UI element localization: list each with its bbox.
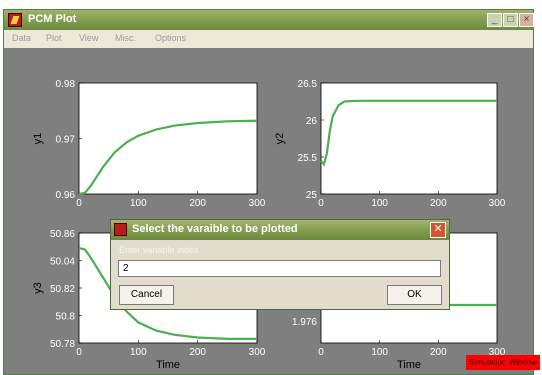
plot1-xtick-label: 200 bbox=[189, 198, 206, 209]
plot1-ytick-label: 0.97 bbox=[56, 135, 76, 146]
plot1-xtick-label: 300 bbox=[249, 198, 266, 209]
select-variable-dialog: Select the varaible to be plotted ✕ Ente… bbox=[110, 219, 450, 310]
plot3-ytick-label: 50.82 bbox=[50, 284, 75, 295]
close-icon[interactable]: × bbox=[519, 13, 534, 27]
dialog-title: Select the varaible to be plotted bbox=[132, 223, 298, 235]
plot1-axes bbox=[78, 82, 258, 195]
plot2-xtick-label: 0 bbox=[318, 198, 324, 209]
menu-plot[interactable]: Plot bbox=[46, 33, 62, 43]
simulation-window-label: Simulation Window bbox=[466, 355, 540, 370]
plot4-ytick-label: 1.976 bbox=[292, 317, 317, 328]
plot3-xtick-label: 0 bbox=[76, 347, 82, 358]
plot3-xtick-label: 300 bbox=[249, 347, 266, 358]
window-title: PCM Plot bbox=[28, 13, 77, 25]
matlab-logo-icon bbox=[114, 223, 127, 236]
plot4-xtick-label: 100 bbox=[371, 347, 388, 358]
plot2-xtick-label: 300 bbox=[489, 198, 506, 209]
pcm-plot-window: PCM Plot _ □ × Data Plot View Misc. Opti… bbox=[3, 9, 534, 375]
menu-misc[interactable]: Misc. bbox=[115, 33, 136, 43]
variable-index-input[interactable] bbox=[118, 260, 441, 277]
plot2-ytick-label: 26 bbox=[306, 116, 318, 127]
cancel-button[interactable]: Cancel bbox=[119, 285, 174, 305]
plot3-xtick-label: 200 bbox=[189, 347, 206, 358]
ok-button[interactable]: OK bbox=[387, 285, 442, 305]
plot1-ytick-label: 0.96 bbox=[56, 190, 76, 201]
plot1-ylabel: y1 bbox=[32, 133, 44, 145]
plot4-xtick-label: 0 bbox=[318, 347, 324, 358]
menu-view[interactable]: View bbox=[79, 33, 98, 43]
minimize-icon[interactable]: _ bbox=[487, 13, 502, 27]
plot2-xtick-label: 200 bbox=[430, 198, 447, 209]
dialog-titlebar[interactable]: Select the varaible to be plotted ✕ bbox=[111, 220, 449, 240]
matlab-logo-icon bbox=[8, 13, 22, 27]
plot3-ytick-label: 50.78 bbox=[50, 339, 75, 350]
plot3-ylabel: y3 bbox=[32, 282, 44, 294]
plot1-xtick-label: 0 bbox=[76, 198, 82, 209]
plot1-ytick-label: 0.98 bbox=[56, 79, 76, 90]
plot3-ytick-label: 50.8 bbox=[56, 312, 76, 323]
plot2-ylabel: y2 bbox=[274, 133, 286, 145]
plot2-ytick-label: 26.5 bbox=[298, 79, 318, 90]
plot2-ytick-label: 25 bbox=[306, 190, 318, 201]
plot2-axes bbox=[320, 82, 498, 195]
maximize-icon[interactable]: □ bbox=[503, 13, 518, 27]
dialog-close-icon[interactable]: ✕ bbox=[430, 222, 446, 238]
plot1-xtick-label: 100 bbox=[130, 198, 147, 209]
window-titlebar[interactable]: PCM Plot _ □ × bbox=[4, 10, 534, 30]
dialog-prompt: Enter variable index bbox=[119, 245, 199, 255]
plot3-xtick-label: 100 bbox=[130, 347, 147, 358]
menu-bar: Data Plot View Misc. Options bbox=[4, 30, 533, 48]
plot2-ytick-label: 25.5 bbox=[298, 153, 318, 164]
plot3-ytick-label: 50.04 bbox=[50, 257, 75, 268]
plot2-xtick-label: 100 bbox=[371, 198, 388, 209]
plot3-ytick-label: 50.86 bbox=[50, 229, 75, 240]
plot4-xlabel: Time bbox=[397, 359, 421, 371]
menu-data[interactable]: Data bbox=[12, 33, 31, 43]
plots-area: 0 100 200 300 0.96 0.97 0.98 y1 0 100 200 300 25 25.5… bbox=[32, 79, 506, 371]
plot4-xtick-label: 200 bbox=[430, 347, 447, 358]
menu-options[interactable]: Options bbox=[155, 33, 186, 43]
plot3-xlabel: Time bbox=[156, 359, 180, 371]
